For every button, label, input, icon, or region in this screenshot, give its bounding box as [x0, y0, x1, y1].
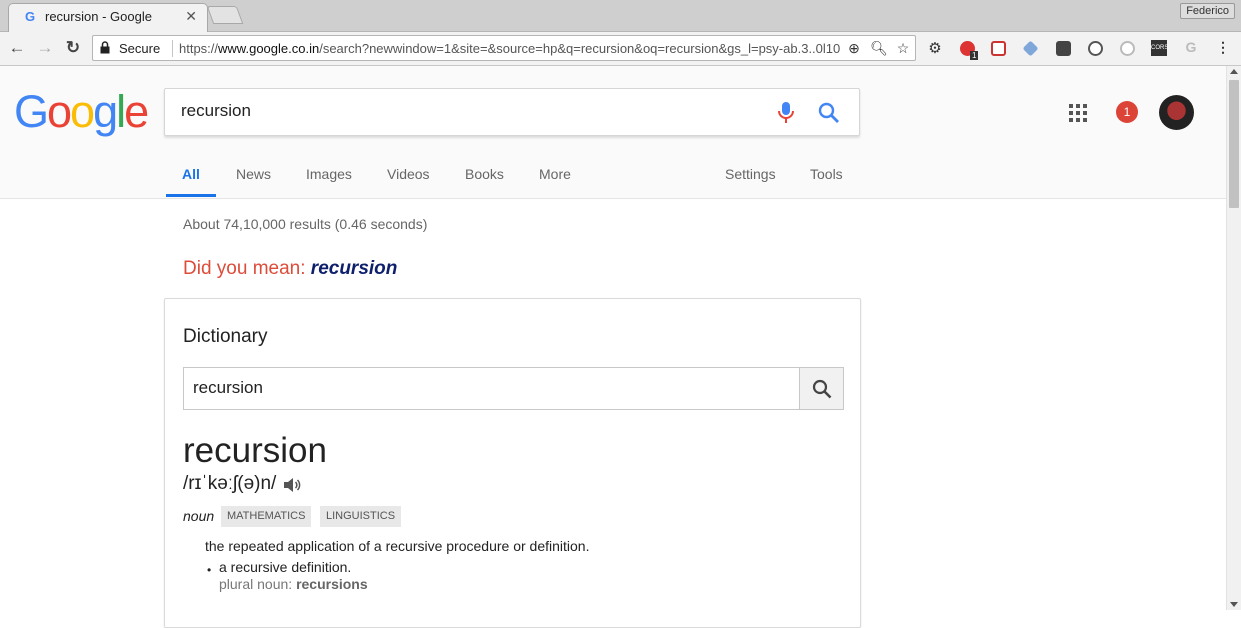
extension-square-icon[interactable]: [1056, 41, 1071, 56]
address-bar[interactable]: Secure https://www.google.co.in/search?n…: [92, 35, 916, 61]
dictionary-word: recursion: [183, 431, 327, 470]
speaker-icon[interactable]: [283, 477, 301, 493]
page-scrollbar[interactable]: [1226, 66, 1241, 610]
google-extension-icon[interactable]: G: [1182, 39, 1200, 55]
location-target-icon[interactable]: ⊕: [845, 40, 863, 57]
scrollbar-thumb[interactable]: [1229, 80, 1239, 208]
google-header: Google 1 All News Images Videos Books Mo…: [0, 66, 1226, 199]
did-you-mean: Did you mean: recursion: [183, 258, 397, 280]
google-favicon-icon: G: [25, 9, 36, 24]
microphone-icon[interactable]: [777, 102, 795, 124]
logo-letter: G: [14, 86, 49, 137]
zoom-icon[interactable]: 🔍︎: [870, 40, 888, 57]
definition: the repeated application of a recursive …: [205, 538, 590, 554]
browser-tab[interactable]: G recursion - Google ✕: [8, 3, 208, 32]
extension-circle-icon[interactable]: [1120, 41, 1135, 56]
tab-settings[interactable]: Settings: [725, 166, 776, 182]
avatar[interactable]: [1159, 95, 1194, 130]
logo-letter: l: [116, 86, 126, 137]
active-tab-indicator: [166, 194, 216, 197]
did-you-mean-label: Did you mean:: [183, 258, 311, 279]
dropbox-extension-icon[interactable]: [1022, 40, 1039, 57]
logo-letter: o: [47, 86, 72, 137]
tab-books[interactable]: Books: [465, 166, 504, 182]
lock-icon: [100, 41, 110, 54]
plural-value: recursions: [296, 576, 368, 592]
spelling-suggestion-link[interactable]: recursion: [311, 258, 398, 279]
forward-icon[interactable]: →: [34, 37, 56, 59]
subject-tag: LINGUISTICS: [320, 506, 402, 527]
browser-tab-strip: G recursion - Google ✕ Federico: [0, 0, 1241, 32]
logo-letter: o: [70, 86, 95, 137]
google-search-box: [164, 88, 860, 136]
tab-all[interactable]: All: [182, 166, 200, 182]
tab-more[interactable]: More: [539, 166, 571, 182]
dictionary-search-button[interactable]: [799, 367, 844, 410]
scroll-up-arrow-icon[interactable]: [1230, 69, 1238, 74]
dictionary-card: Dictionary recursion /rɪˈkəːʃ(ə)n/ noun …: [164, 298, 861, 628]
back-icon[interactable]: ←: [6, 37, 28, 59]
dictionary-search: [183, 367, 844, 410]
search-input[interactable]: [181, 101, 761, 121]
tab-title: recursion - Google: [45, 9, 152, 24]
new-tab-button[interactable]: [206, 6, 244, 24]
logo-letter: e: [124, 86, 149, 137]
chrome-menu-icon[interactable]: ⋮: [1214, 39, 1232, 56]
tab-tools[interactable]: Tools: [810, 166, 843, 182]
omnibox-divider: [172, 40, 173, 57]
dictionary-search-input[interactable]: [193, 378, 783, 398]
part-of-speech: noun: [183, 508, 215, 524]
plural-form: plural noun: recursions: [219, 576, 368, 592]
list-bullet: •: [207, 563, 212, 577]
browser-toolbar: ← → ↻ Secure https://www.google.co.in/se…: [0, 32, 1241, 66]
tab-news[interactable]: News: [236, 166, 271, 182]
cors-extension-icon[interactable]: CORS: [1151, 40, 1168, 56]
subject-tag: MATHEMATICS: [221, 506, 312, 527]
close-icon[interactable]: ✕: [185, 8, 197, 25]
apps-grid-icon[interactable]: [1068, 103, 1088, 123]
search-icon[interactable]: [818, 102, 840, 124]
react-extension-icon[interactable]: [1088, 41, 1103, 56]
search-icon: [812, 379, 832, 399]
google-logo[interactable]: Google: [14, 86, 149, 138]
phonetic: /rɪˈkəːʃ(ə)n/: [183, 473, 277, 494]
secure-label: Secure: [119, 41, 161, 56]
scroll-down-arrow-icon[interactable]: [1230, 602, 1238, 607]
tab-videos[interactable]: Videos: [387, 166, 430, 182]
dictionary-title: Dictionary: [183, 326, 268, 347]
result-stats: About 74,10,000 results (0.46 seconds): [183, 216, 428, 232]
reload-icon[interactable]: ↻: [62, 37, 84, 59]
url-text[interactable]: https://www.google.co.in/search?newwindo…: [179, 41, 841, 56]
extension-badge: 1: [970, 51, 979, 60]
sub-definition: a recursive definition.: [219, 559, 352, 575]
gmail-extension-icon[interactable]: [991, 41, 1006, 56]
profile-button[interactable]: Federico: [1180, 3, 1235, 19]
bookmark-star-icon[interactable]: ☆: [894, 40, 912, 57]
notification-badge[interactable]: 1: [1116, 101, 1138, 123]
logo-letter: g: [93, 86, 118, 137]
plural-label: plural noun:: [219, 576, 297, 592]
tab-images[interactable]: Images: [306, 166, 352, 182]
gear-icon[interactable]: ⚙: [926, 39, 944, 57]
